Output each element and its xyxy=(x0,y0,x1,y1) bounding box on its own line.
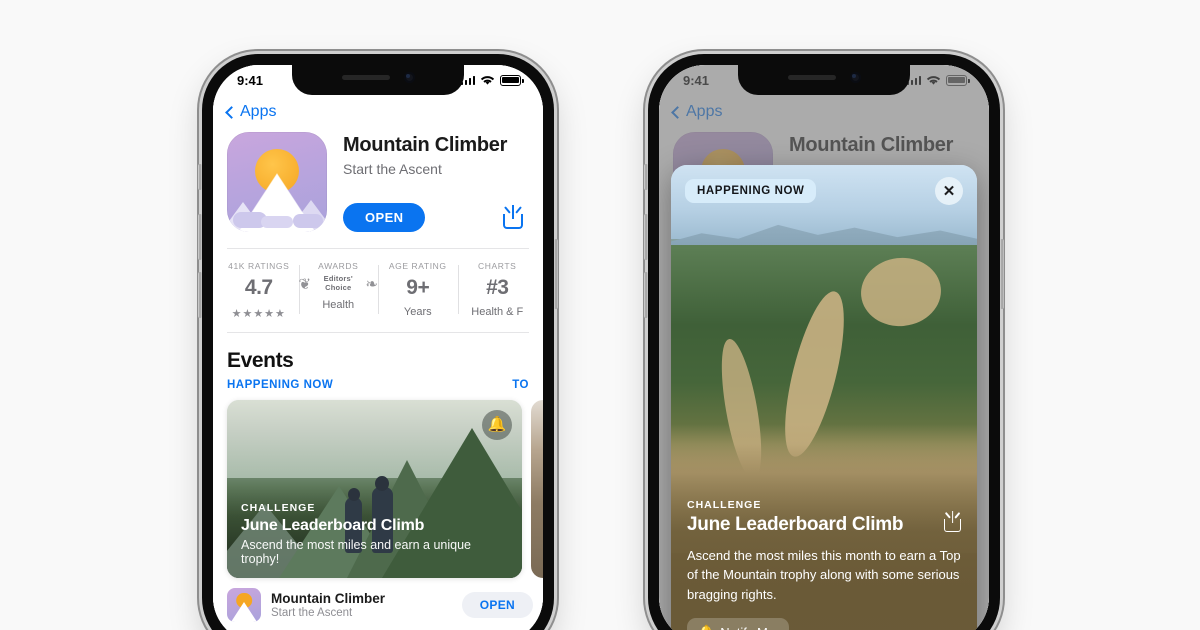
event-description: Ascend the most miles and earn a unique … xyxy=(241,537,471,566)
volume-up-button[interactable] xyxy=(644,214,648,260)
app-row-name: Mountain Climber xyxy=(271,590,385,606)
back-to-apps-link[interactable]: Apps xyxy=(225,103,277,121)
event-app-row[interactable]: Mountain Climber Start the Ascent OPEN xyxy=(213,578,543,622)
modal-heading-row: CHALLENGE June Leaderboard Climb xyxy=(687,499,961,536)
power-button[interactable] xyxy=(554,239,558,309)
stat-ratings: 41K RATINGS 4.7 ★★★★★ xyxy=(219,261,299,320)
event-card[interactable]: 🔔 CHALLENGE June Leaderboard Climb Ascen… xyxy=(227,399,522,578)
notify-me-label: Notify Me xyxy=(720,625,775,630)
app-actions: OPEN xyxy=(343,202,529,232)
stat-label: AWARDS xyxy=(318,260,359,271)
event-detail-modal: HAPPENING NOW ✕ CHALLENGE June Leaderboa… xyxy=(671,165,977,630)
stat-value: #3 xyxy=(486,275,509,299)
stat-label: 41K RATINGS xyxy=(228,260,290,271)
stat-sub: Health & F xyxy=(471,305,524,318)
battery-icon xyxy=(500,74,524,86)
notch xyxy=(738,65,910,95)
app-meta: Mountain Climber Start the Ascent OPEN xyxy=(343,132,529,232)
volume-up-button[interactable] xyxy=(198,214,202,260)
editors-choice-icon: ❦ Editors' Choice ❧ xyxy=(298,273,379,293)
bell-icon: 🔔 xyxy=(698,624,714,630)
stat-charts: CHARTS #3 Health & F xyxy=(457,260,538,320)
app-row-open-button[interactable]: OPEN xyxy=(461,591,533,618)
stat-awards: AWARDS ❦ Editors' Choice ❧ Health xyxy=(298,260,379,320)
event-kicker: CHALLENGE xyxy=(241,501,316,514)
app-title: Mountain Climber xyxy=(343,133,508,156)
stat-age-rating: AGE RATING 9+ Years xyxy=(378,261,458,320)
hikers-overlook-photo: 🔔 CHALLENGE June Leaderboard Climb Ascen… xyxy=(227,399,522,578)
event-card-next-peek[interactable] xyxy=(531,399,543,578)
cloud-shape-3 xyxy=(261,215,293,228)
volume-down-button[interactable] xyxy=(644,272,648,318)
app-subtitle: Start the Ascent xyxy=(343,160,442,177)
status-indicators xyxy=(460,74,524,86)
chevron-left-icon xyxy=(225,105,238,119)
front-camera-icon xyxy=(849,72,861,83)
share-icon[interactable] xyxy=(503,205,523,229)
status-time: 9:41 xyxy=(237,72,264,88)
close-icon[interactable]: ✕ xyxy=(935,177,963,205)
earpiece-speaker xyxy=(341,75,390,80)
modal-kicker: CHALLENGE xyxy=(687,498,762,511)
silent-switch[interactable] xyxy=(644,164,648,190)
event-title: June Leaderboard Climb xyxy=(241,516,425,534)
event-card-caption: CHALLENGE June Leaderboard Climb Ascend … xyxy=(227,502,522,578)
stat-sub: Years xyxy=(403,305,432,318)
stat-label: AGE RATING xyxy=(388,260,447,271)
cloud-shape-2 xyxy=(293,213,323,228)
notify-me-button[interactable]: 🔔 Notify Me xyxy=(687,618,790,630)
stat-sub: Health xyxy=(322,298,355,311)
app-row-subtitle: Start the Ascent xyxy=(271,606,353,619)
left-phone-screen: 9:41 Apps Mountain Climber Start the Asc… xyxy=(213,65,543,630)
earpiece-speaker xyxy=(787,75,836,80)
modal-body: CHALLENGE June Leaderboard Climb Ascend … xyxy=(671,499,977,630)
eyebrow-next[interactable]: TO xyxy=(512,379,529,391)
stat-label: CHARTS xyxy=(478,260,517,271)
laurel-right-icon: ❧ xyxy=(365,275,378,293)
stat-value: 9+ xyxy=(406,275,430,299)
mountain-climber-app-icon[interactable] xyxy=(227,131,327,232)
app-header: Mountain Climber Start the Ascent OPEN xyxy=(213,122,543,232)
volume-down-button[interactable] xyxy=(198,272,202,318)
share-icon[interactable] xyxy=(944,510,961,532)
open-button[interactable]: OPEN xyxy=(343,202,426,232)
app-stats-row: 41K RATINGS 4.7 ★★★★★ AWARDS ❦ Editors' … xyxy=(213,249,543,330)
app-store-product-page: 9:41 Apps Mountain Climber Start the Asc… xyxy=(213,65,543,630)
wifi-icon xyxy=(480,75,495,85)
notify-bell-button[interactable]: 🔔 xyxy=(482,409,512,440)
right-phone-bezel: Apps Mo xyxy=(659,65,989,630)
front-camera-icon xyxy=(403,72,415,83)
status-time: 9:41 xyxy=(683,72,710,88)
right-phone-screen: Apps Mo xyxy=(659,65,989,630)
left-phone-bezel: 9:41 Apps Mountain Climber Start the Asc… xyxy=(213,65,543,630)
events-section-title: Events xyxy=(227,348,294,372)
page-canvas: 9:41 Apps Mountain Climber Start the Asc… xyxy=(0,0,1200,630)
left-phone-device: 9:41 Apps Mountain Climber Start the Asc… xyxy=(198,54,558,630)
notch xyxy=(292,65,464,95)
events-eyebrow-row: HAPPENING NOW TO xyxy=(213,373,543,391)
status-indicators xyxy=(906,74,970,86)
eyebrow-happening-now[interactable]: HAPPENING NOW xyxy=(227,379,333,391)
laurel-left-icon: ❦ xyxy=(298,275,312,293)
back-label: Apps xyxy=(240,103,277,120)
modal-description: Ascend the most miles this month to earn… xyxy=(687,547,961,602)
happening-now-badge: HAPPENING NOW xyxy=(685,179,817,203)
stat-value: Editors' Choice xyxy=(323,273,353,292)
battery-icon xyxy=(946,74,970,86)
wifi-icon xyxy=(926,75,941,85)
star-rating-icon: ★★★★★ xyxy=(231,307,286,320)
mountain-climber-mini-icon xyxy=(227,587,261,622)
bell-icon: 🔔 xyxy=(487,416,507,433)
stat-value: 4.7 xyxy=(244,275,273,299)
silent-switch[interactable] xyxy=(198,164,202,190)
power-button[interactable] xyxy=(1000,239,1004,309)
modal-title: June Leaderboard Climb xyxy=(687,513,904,535)
right-phone-device: Apps Mo xyxy=(644,54,1004,630)
